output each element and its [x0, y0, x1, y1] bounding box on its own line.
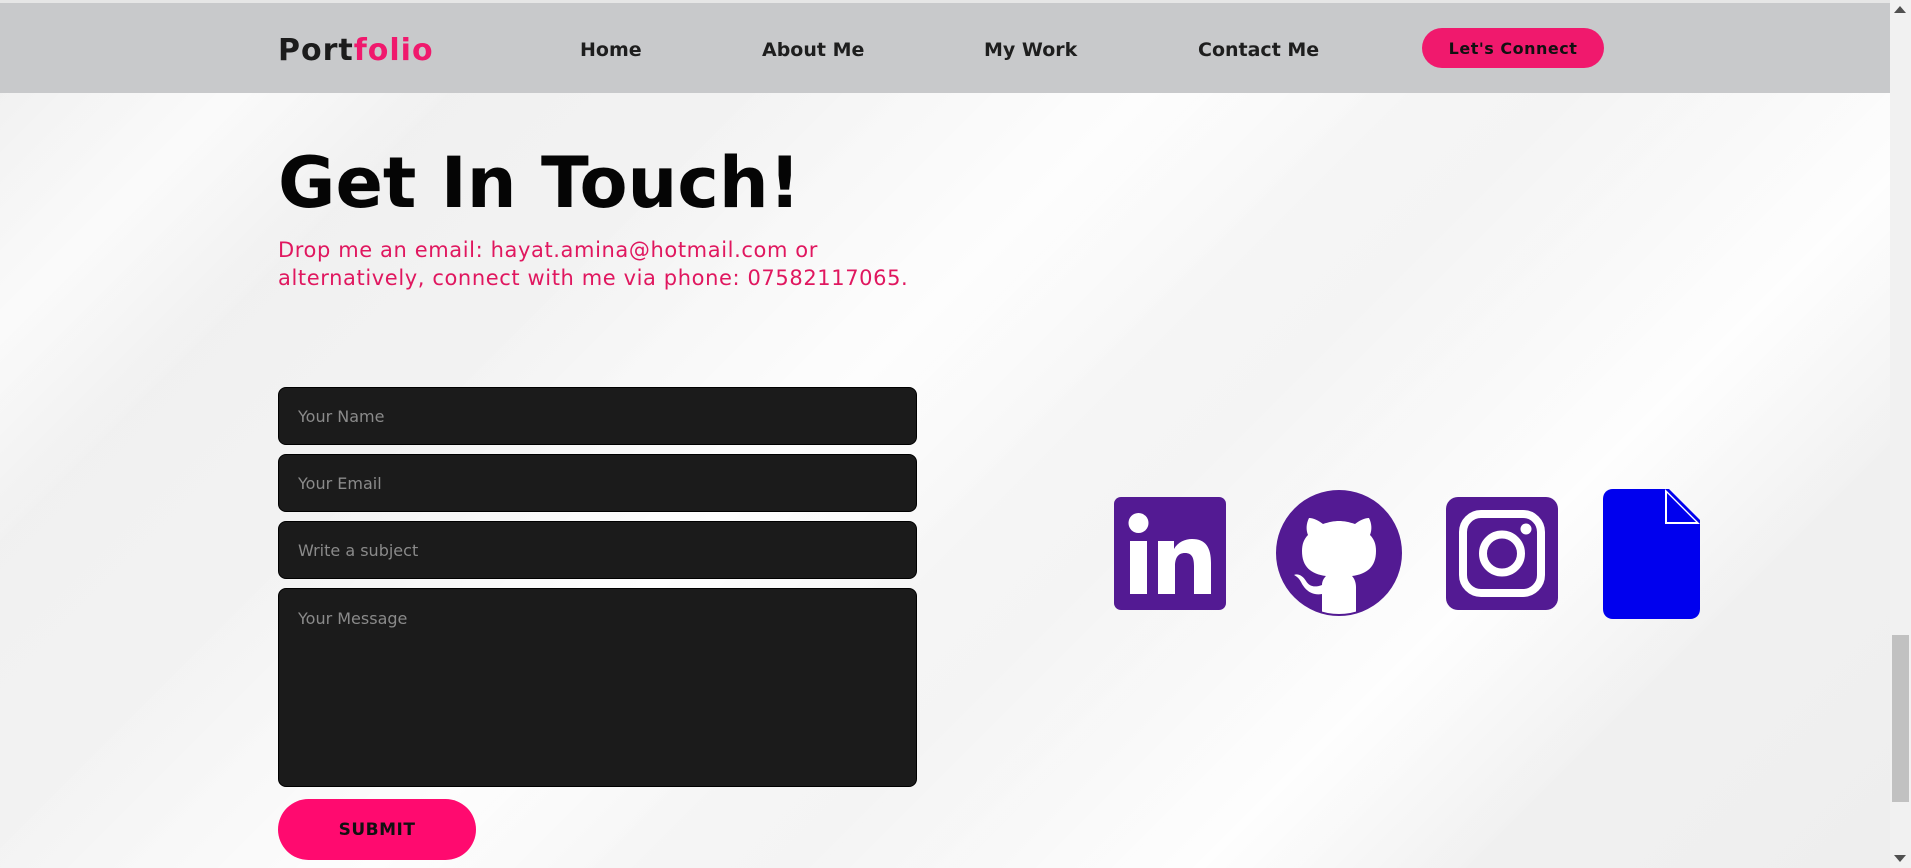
nav-link-contact-me[interactable]: Contact Me: [1198, 39, 1319, 61]
nav-link-my-work[interactable]: My Work: [984, 39, 1077, 61]
github-icon[interactable]: [1276, 490, 1402, 616]
scroll-down-icon[interactable]: [1894, 855, 1906, 862]
message-textarea[interactable]: [278, 588, 917, 787]
logo-accent: folio: [353, 33, 434, 68]
lets-connect-button[interactable]: Let's Connect: [1422, 28, 1604, 68]
name-input[interactable]: [278, 387, 917, 445]
logo[interactable]: Portfolio: [278, 33, 434, 68]
page-title: Get In Touch!: [278, 142, 801, 224]
nav-link-home[interactable]: Home: [580, 39, 642, 61]
navbar: Portfolio Home About Me My Work Contact …: [0, 3, 1890, 93]
scroll-up-icon[interactable]: [1894, 6, 1906, 13]
scrollbar[interactable]: [1890, 0, 1911, 868]
nav-link-about-me[interactable]: About Me: [762, 39, 864, 61]
document-icon[interactable]: [1603, 489, 1700, 619]
instagram-icon[interactable]: [1446, 497, 1558, 610]
subject-input[interactable]: [278, 521, 917, 579]
email-input[interactable]: [278, 454, 917, 512]
scroll-thumb[interactable]: [1892, 635, 1909, 802]
contact-intro: Drop me an email: hayat.amina@hotmail.co…: [278, 238, 909, 290]
linkedin-icon[interactable]: [1114, 497, 1226, 610]
logo-main: Port: [278, 33, 354, 68]
submit-button[interactable]: SUBMIT: [278, 799, 476, 860]
